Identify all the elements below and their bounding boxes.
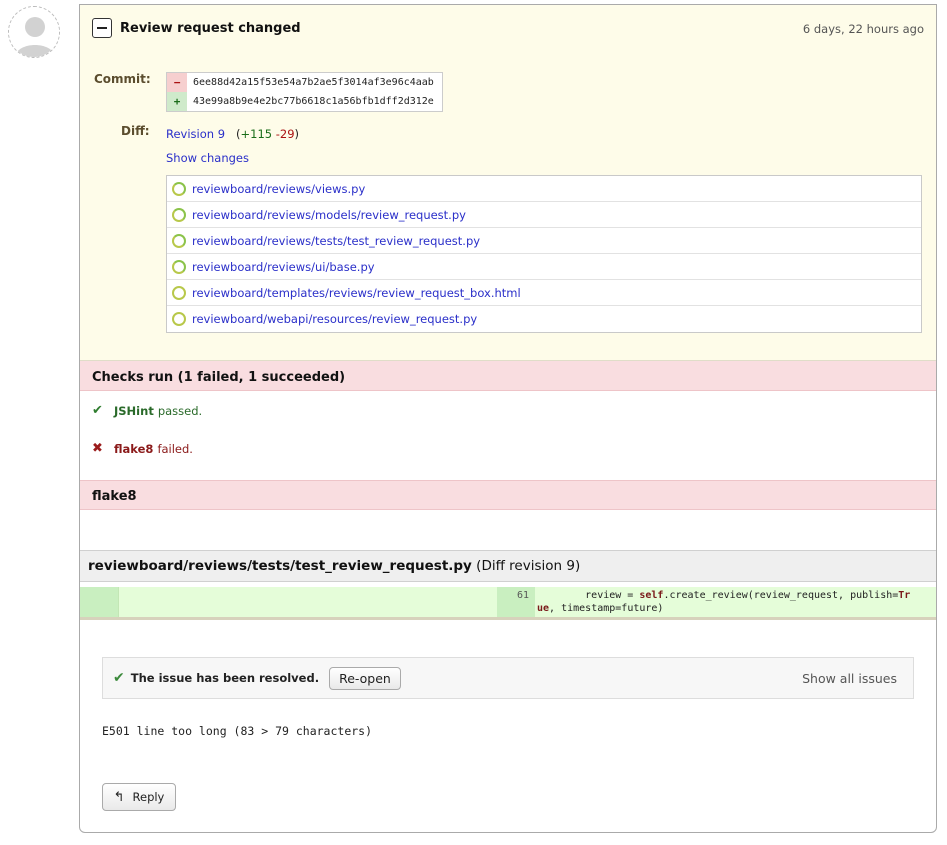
code-text: review = [537,590,640,601]
old-code [118,587,497,617]
code-keyword: self [639,590,664,601]
file-link[interactable]: reviewboard/reviews/tests/test_review_re… [192,234,480,248]
reopen-button[interactable]: Re-open [329,666,401,690]
file-link[interactable]: reviewboard/webapi/resources/review_requ… [192,312,477,326]
file-status-icon [172,233,186,248]
flake8-section-header: flake8 [80,480,936,510]
check-status: failed. [157,441,193,456]
commit-old-sha: 6ee88d42a15f53e54a7b2ae5f3014af3e96c4aab [193,77,434,88]
commit-new-sign: + [167,92,187,111]
file-link[interactable]: reviewboard/reviews/models/review_reques… [192,208,466,222]
check-flake8: ✖ flake8 failed. [92,441,193,456]
commit-label: Commit: [94,72,151,86]
avatar[interactable] [8,6,60,58]
lines-added: +115 [240,127,273,141]
code-text: .create_review(review_request, publish= [663,590,899,601]
review-title: Review request changed [120,21,301,36]
diff-file-header: reviewboard/reviews/tests/test_review_re… [80,550,936,582]
check-icon: ✔ [113,670,125,686]
check-name: JSHint [114,403,154,418]
file-row: reviewboard/reviews/ui/base.py [167,254,921,280]
commit-table: − 6ee88d42a15f53e54a7b2ae5f3014af3e96c4a… [166,72,443,112]
cross-icon: ✖ [92,441,103,456]
file-link[interactable]: reviewboard/templates/reviews/review_req… [192,286,521,300]
checks-header: Checks run (1 failed, 1 succeeded) [80,361,936,391]
code-text: , timestamp=future) [549,603,664,614]
file-status-icon [172,285,186,300]
user-avatar-icon [9,7,59,57]
check-jshint: ✔ JSHint passed. [92,403,202,418]
commit-old-sign: − [167,73,187,92]
file-status-icon [172,259,186,274]
show-changes-link[interactable]: Show changes [166,151,249,165]
commit-new-sha: 43e99a8b9e4e2bc77b6618c1a56bfb1dff2d312e [193,96,434,107]
diff-line: 61 review = self.create_review(review_re… [80,587,936,620]
issue-status-text: The issue has been resolved. [130,671,320,685]
diff-label: Diff: [121,124,150,138]
show-all-issues-link[interactable]: Show all issues [802,671,897,686]
file-row: reviewboard/reviews/views.py [167,176,921,202]
new-code: review = self.create_review(review_reque… [535,587,936,617]
check-name: flake8 [114,441,154,456]
diff-revision: Revision 9 (+115 -29) [166,127,300,141]
file-row: reviewboard/templates/reviews/review_req… [167,280,921,306]
file-status-icon [172,207,186,222]
old-line-number [80,587,118,617]
check-status: passed. [157,403,203,418]
commit-row-new: + 43e99a8b9e4e2bc77b6618c1a56bfb1dff2d31… [167,92,442,111]
file-link[interactable]: reviewboard/reviews/views.py [192,182,365,196]
reply-label: Reply [132,790,165,804]
review-header: Review request changed 6 days, 22 hours … [80,5,936,361]
code-keyword: ue [537,603,550,614]
commit-row-old: − 6ee88d42a15f53e54a7b2ae5f3014af3e96c4a… [167,73,442,92]
code-keyword: Tr [898,590,911,601]
file-row: reviewboard/reviews/tests/test_review_re… [167,228,921,254]
diff-revision-note: (Diff revision 9) [476,558,581,574]
file-status-icon [172,312,186,326]
reply-icon: ↰ [113,789,125,805]
review-box: Review request changed 6 days, 22 hours … [79,4,937,833]
file-link[interactable]: reviewboard/reviews/ui/base.py [192,260,375,274]
issue-description: E501 line too long (83 > 79 characters) [102,724,373,738]
revision-link[interactable]: Revision 9 [166,127,225,141]
review-timestamp: 6 days, 22 hours ago [802,22,924,36]
reply-button[interactable]: ↰ Reply [102,783,176,811]
lines-removed: -29 [275,127,295,141]
check-icon: ✔ [92,403,103,418]
changed-files-list: reviewboard/reviews/views.py reviewboard… [166,175,922,333]
file-row: reviewboard/reviews/models/review_reques… [167,202,921,228]
collapse-toggle-icon[interactable] [92,18,112,38]
issue-status-bar: ✔ The issue has been resolved. Re-open S… [102,657,914,699]
diff-file-name[interactable]: reviewboard/reviews/tests/test_review_re… [88,558,472,574]
file-status-icon [172,181,186,196]
new-line-number: 61 [497,587,535,617]
file-row: reviewboard/webapi/resources/review_requ… [167,306,921,332]
